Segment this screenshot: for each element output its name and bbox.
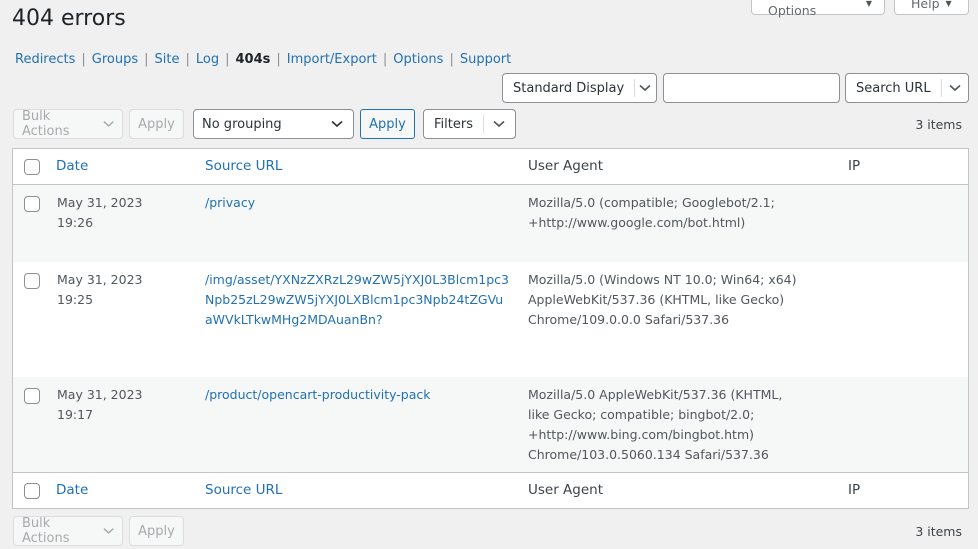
nav-options[interactable]: Options xyxy=(393,52,443,67)
help-label: Help xyxy=(911,0,940,11)
nav-log[interactable]: Log xyxy=(196,52,219,67)
row-date: May 31, 2023 19:26 xyxy=(57,193,142,233)
row-checkbox[interactable] xyxy=(24,388,40,404)
display-select[interactable]: Standard Display xyxy=(502,73,657,103)
row-date-time: 19:26 xyxy=(57,215,94,230)
page-title: 404 errors xyxy=(12,6,126,31)
row-date-day: May 31, 2023 xyxy=(57,195,143,210)
bulk-actions-label: Bulk Actions xyxy=(22,109,70,139)
nav-site[interactable]: Site xyxy=(155,52,180,67)
filters-label: Filters xyxy=(434,116,473,132)
chevron-down-icon xyxy=(103,121,114,127)
caret-down-icon: ▼ xyxy=(865,0,872,8)
screen-options-label: Screen Options xyxy=(768,0,817,18)
bulk-actions-label: Bulk Actions xyxy=(22,516,70,546)
log-table: Date Source URL User Agent IP May 31, 20… xyxy=(12,148,969,509)
table-row: May 31, 2023 19:26 /privacy Mozilla/5.0 … xyxy=(13,185,968,262)
row-source-url[interactable]: /product/opencart-productivity-pack xyxy=(205,385,515,405)
bulk-actions-select-bottom[interactable]: Bulk Actions xyxy=(13,516,123,546)
help-tab[interactable]: Help ▼ xyxy=(894,0,969,15)
nav-separator: | xyxy=(225,52,230,67)
chevron-down-icon xyxy=(103,528,114,534)
nav-separator: | xyxy=(382,52,388,67)
screen-options-tab[interactable]: Screen Options ▼ xyxy=(751,0,885,18)
column-ip: IP xyxy=(848,158,861,174)
row-date-time: 19:25 xyxy=(57,292,94,307)
search-url-label: Search URL xyxy=(856,80,931,96)
select-all-checkbox[interactable] xyxy=(24,159,40,175)
items-count-top: 3 items xyxy=(915,117,962,132)
column-ip: IP xyxy=(848,482,861,498)
display-select-label: Standard Display xyxy=(513,80,625,96)
nav-support[interactable]: Support xyxy=(460,52,511,67)
subsubsub-nav: Redirects | Groups | Site | Log | 404s |… xyxy=(15,52,511,67)
nav-separator: | xyxy=(276,52,281,67)
table-row: May 31, 2023 19:17 /product/opencart-pro… xyxy=(13,377,968,472)
select-all-checkbox-footer[interactable] xyxy=(24,483,40,499)
bulk-apply-button[interactable]: Apply xyxy=(129,109,184,139)
row-date-day: May 31, 2023 xyxy=(57,387,143,402)
column-date-sort[interactable]: Date xyxy=(56,482,88,498)
nav-separator: | xyxy=(185,52,190,67)
grouping-select-label: No grouping xyxy=(202,116,282,132)
column-user-agent: User Agent xyxy=(528,482,604,498)
row-user-agent: Mozilla/5.0 (Windows NT 10.0; Win64; x64… xyxy=(528,272,797,327)
column-source-url-sort[interactable]: Source URL xyxy=(205,158,282,174)
row-checkbox[interactable] xyxy=(24,273,40,289)
row-date: May 31, 2023 19:25 xyxy=(57,270,142,310)
chevron-down-icon xyxy=(941,84,968,92)
search-url-button[interactable]: Search URL xyxy=(845,73,969,103)
row-user-agent: Mozilla/5.0 AppleWebKit/537.36 (KHTML, l… xyxy=(528,387,783,462)
filters-button[interactable]: Filters xyxy=(423,109,516,139)
row-date-time: 19:17 xyxy=(57,407,94,422)
column-user-agent: User Agent xyxy=(528,158,604,174)
nav-separator: | xyxy=(449,52,454,67)
nav-separator: | xyxy=(81,52,86,67)
table-header: Date Source URL User Agent IP xyxy=(13,149,968,185)
search-input[interactable] xyxy=(663,73,840,103)
nav-import-export[interactable]: Import/Export xyxy=(287,52,377,67)
row-user-agent: Mozilla/5.0 (compatible; Googlebot/2.1; … xyxy=(528,195,775,230)
grouping-apply-button[interactable]: Apply xyxy=(360,109,415,139)
table-footer: Date Source URL User Agent IP xyxy=(13,472,968,508)
nav-groups[interactable]: Groups xyxy=(92,52,138,67)
chevron-down-icon xyxy=(484,120,515,128)
nav-redirects[interactable]: Redirects xyxy=(15,52,75,67)
row-source-url[interactable]: /img/asset/YXNzZXRzL29wZW5jYXJ0L3Blcm1pc… xyxy=(205,270,509,330)
nav-404s-current[interactable]: 404s xyxy=(236,52,271,67)
row-date-day: May 31, 2023 xyxy=(57,272,143,287)
grouping-select[interactable]: No grouping xyxy=(193,109,354,139)
bulk-apply-button-bottom[interactable]: Apply xyxy=(129,516,184,546)
column-source-url-sort[interactable]: Source URL xyxy=(205,482,282,498)
row-source-url[interactable]: /privacy xyxy=(205,193,515,213)
items-count-bottom: 3 items xyxy=(915,524,962,539)
nav-separator: | xyxy=(144,52,149,67)
table-row: May 31, 2023 19:25 /img/asset/YXNzZXRzL2… xyxy=(13,262,968,377)
chevron-down-icon xyxy=(635,84,656,92)
chevron-down-icon xyxy=(331,120,343,128)
row-checkbox[interactable] xyxy=(24,196,40,212)
bulk-actions-select[interactable]: Bulk Actions xyxy=(13,109,123,139)
caret-down-icon: ▼ xyxy=(945,0,952,8)
column-date-sort[interactable]: Date xyxy=(56,158,88,174)
row-date: May 31, 2023 19:17 xyxy=(57,385,142,425)
